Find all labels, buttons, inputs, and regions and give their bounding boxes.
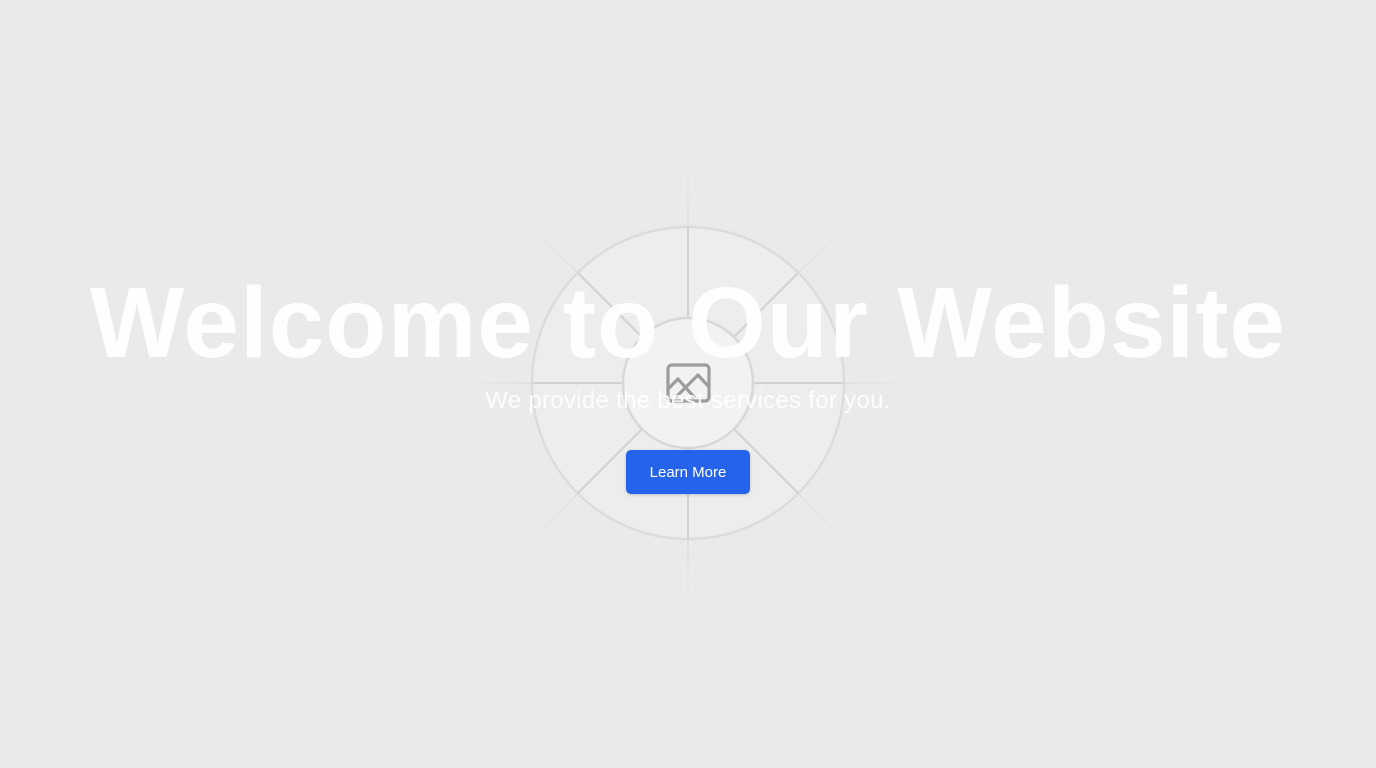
- hero-subtitle: We provide the best services for you.: [485, 387, 891, 414]
- learn-more-button[interactable]: Learn More: [626, 450, 750, 494]
- hero-title: Welcome to Our Website: [89, 267, 1287, 379]
- image-placeholder: [463, 158, 913, 608]
- hero-section: Welcome to Our Website We provide the be…: [0, 0, 1376, 768]
